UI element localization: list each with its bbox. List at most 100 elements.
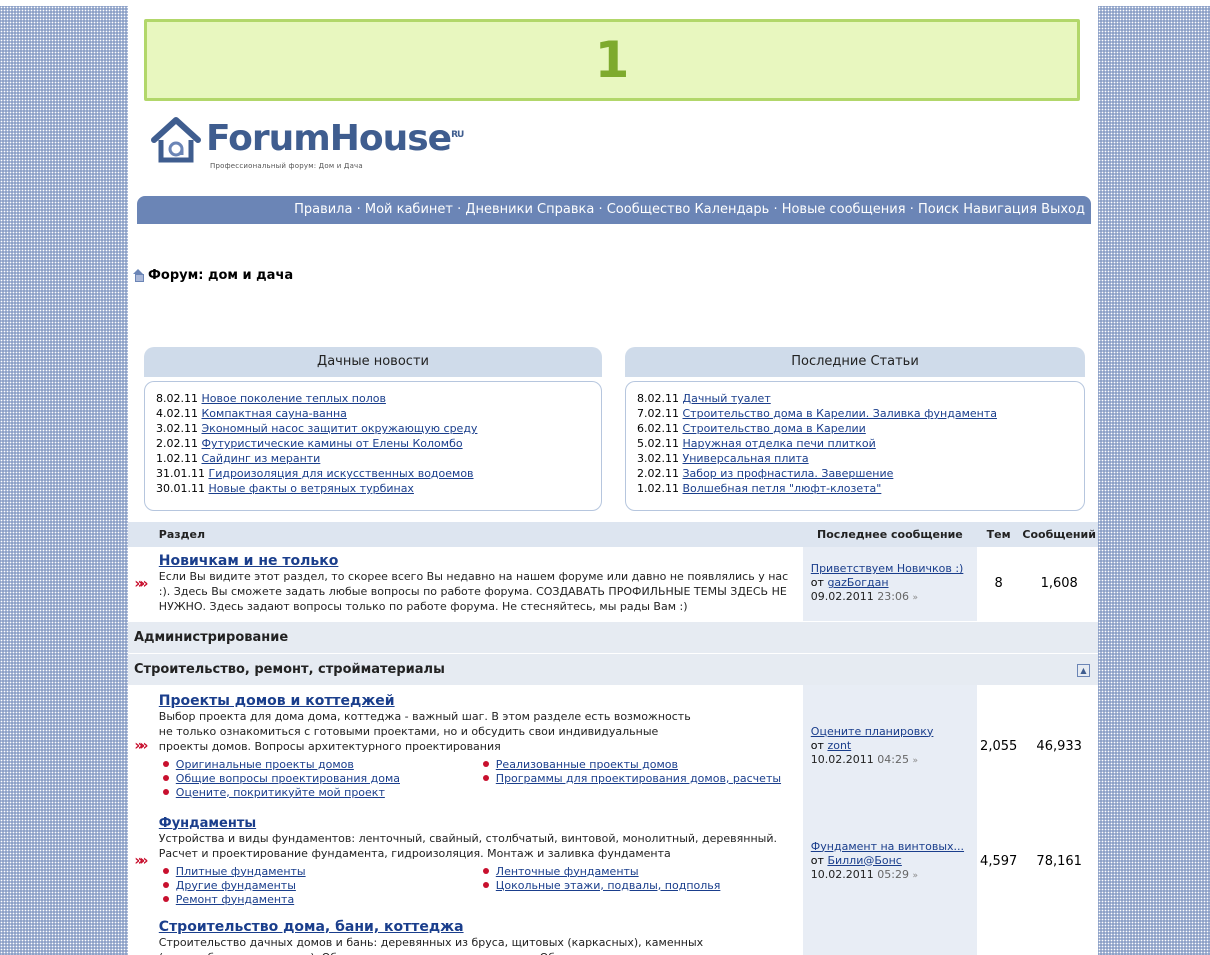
forum-title-link[interactable]: Проекты домов и коттеджей <box>159 693 799 709</box>
forum-status-icon: »» <box>134 575 148 592</box>
subforum-bullet-icon <box>162 867 169 874</box>
subforum-link[interactable]: Оригинальные проекты домов <box>176 758 354 771</box>
table-row: »» Проекты домов и коттеджей Выбор проек… <box>128 685 1098 807</box>
subforum-link[interactable]: Ленточные фундаменты <box>496 865 639 878</box>
news-link[interactable]: Сайдинг из меранти <box>202 452 321 465</box>
news-link[interactable]: Гидроизоляция для искусственных водоемов <box>208 467 473 480</box>
thread-count: 4,597 <box>976 807 1021 915</box>
forum-description: Выбор проекта для дома дома, коттеджа - … <box>158 709 691 753</box>
forum-description: Устройства и виды фундаментов: ленточный… <box>158 831 777 860</box>
logo-tagline: Профессиональный форум: Дом и Дача <box>210 162 363 170</box>
last-post-user[interactable]: gazБогдан <box>827 576 888 589</box>
subforum-bullet-icon <box>482 760 489 767</box>
last-post-cell: Фундамент на винтовых... от Билли@Бонс 1… <box>802 807 977 915</box>
list-item: 2.02.11 Забор из профнастила. Завершение <box>637 467 894 480</box>
last-post-user[interactable]: Билли@Бонс <box>827 854 901 867</box>
forum-title-link[interactable]: Строительство дома, бани, коттеджа <box>159 919 799 935</box>
forum-table: Раздел Последнее сообщение Тем Сообщений… <box>128 522 1098 955</box>
article-link[interactable]: Забор из профнастила. Завершение <box>683 467 894 480</box>
subforum-bullet-icon <box>162 881 169 888</box>
subforum-bullet-icon <box>162 760 169 767</box>
page-title: Форум: дом и дача <box>148 268 294 283</box>
category-title[interactable]: Строительство, ремонт, стройматериалы <box>128 652 1021 685</box>
subforum-link[interactable]: Программы для проектирования домов, расч… <box>496 772 781 785</box>
last-post-link[interactable]: Оцените планировку <box>811 725 977 739</box>
subforum-list: Плитные фундаменты Ленточные фундаменты … <box>159 865 799 907</box>
col-header-posts: Сообщений <box>1020 522 1098 547</box>
subforum-bullet-icon <box>162 895 169 902</box>
list-item: 30.01.11 Новые факты о ветряных турбинах <box>156 482 414 495</box>
news-box-header: Дачные новости <box>144 347 602 377</box>
list-item: 7.02.11 Строительство дома в Карелии. За… <box>637 407 997 420</box>
list-item: 2.02.11 Футуристические камины от Елены … <box>156 437 463 450</box>
article-link[interactable]: Волшебная петля "люфт-клозета" <box>683 482 882 495</box>
news-link[interactable]: Новые факты о ветряных турбинах <box>208 482 413 495</box>
subforum-bullet-icon <box>162 788 169 795</box>
list-item: 31.01.11 Гидроизоляция для искусственных… <box>156 467 474 480</box>
news-box: 8.02.11 Новое поколение теплых полов 4.0… <box>144 381 602 511</box>
logo-wordmark: ForumHouseRU <box>206 118 464 159</box>
list-item: 8.02.11 Новое поколение теплых полов <box>156 392 386 405</box>
table-row: »» Новичкам и не только Если Вы видите э… <box>128 547 1098 621</box>
subforum-bullet-icon <box>162 774 169 781</box>
subforum-link[interactable]: Цокольные этажи, подвалы, подполья <box>496 879 721 892</box>
news-link[interactable]: Компактная сауна-ванна <box>202 407 347 420</box>
category-title[interactable]: Администрирование <box>128 620 1098 653</box>
news-link[interactable]: Экономный насос защитит окружающую среду <box>202 422 478 435</box>
subforum-bullet-icon <box>482 881 489 888</box>
article-link[interactable]: Строительство дома в Карелии <box>683 422 866 435</box>
articles-box-header: Последние Статьи <box>625 347 1085 377</box>
last-post-link[interactable]: Фундамент на винтовых... <box>811 840 977 854</box>
subforum-link[interactable]: Реализованные проекты домов <box>496 758 678 771</box>
go-to-last-post-icon[interactable]: » <box>912 756 918 766</box>
page-container: 1 ForumHouseRU Профессиональный форум: Д… <box>128 6 1098 955</box>
list-item: 8.02.11 Дачный туалет <box>637 392 771 405</box>
ad-banner[interactable]: 1 <box>144 19 1080 101</box>
subforum-link[interactable]: Другие фундаменты <box>176 879 296 892</box>
article-link[interactable]: Строительство дома в Карелии. Заливка фу… <box>683 407 997 420</box>
article-link[interactable]: Дачный туалет <box>683 392 771 405</box>
post-count: 78,161 <box>1020 807 1098 915</box>
forum-title-link[interactable]: Фундаменты <box>159 816 799 831</box>
list-item: 3.02.11 Экономный насос защитит окружающ… <box>156 422 478 435</box>
forum-title-link[interactable]: Новичкам и не только <box>159 553 799 569</box>
last-post-cell: Оцените планировку от zont 10.02.2011 04… <box>802 685 977 807</box>
subforum-link[interactable]: Оцените, покритикуйте мой проект <box>176 786 385 799</box>
list-item: 6.02.11 Строительство дома в Карелии <box>637 422 866 435</box>
go-to-last-post-icon[interactable]: » <box>912 871 918 881</box>
last-post-user[interactable]: zont <box>827 739 851 752</box>
main-navbar[interactable]: Правила · Мой кабинет · Дневники Справка… <box>137 196 1091 224</box>
home-icon[interactable] <box>133 269 144 282</box>
subforum-link[interactable]: Общие вопросы проектирования дома <box>176 772 400 785</box>
last-post-link[interactable]: Приветствуем Новичков :) <box>811 562 977 576</box>
articles-box: 8.02.11 Дачный туалет 7.02.11 Строительс… <box>625 381 1085 511</box>
article-link[interactable]: Наружная отделка печи плиткой <box>683 437 876 450</box>
news-link[interactable]: Футуристические камины от Елены Коломбо <box>202 437 463 450</box>
navbar-links[interactable]: Правила · Мой кабинет · Дневники Справка… <box>294 202 1085 217</box>
site-logo[interactable]: ForumHouseRU Профессиональный форум: Дом… <box>150 114 464 176</box>
forum-status-icon: »» <box>134 853 148 869</box>
thread-count: 2,055 <box>976 685 1021 807</box>
forum-description: Строительство дачных домов и бань: дерев… <box>158 936 704 955</box>
col-header-last: Последнее сообщение <box>802 522 977 547</box>
last-post-cell <box>802 915 977 955</box>
subforum-bullet-icon <box>482 867 489 874</box>
list-item: 3.02.11 Универсальная плита <box>637 452 809 465</box>
subforum-link[interactable]: Ремонт фундамента <box>176 893 294 906</box>
news-link[interactable]: Новое поколение теплых полов <box>202 392 386 405</box>
subforum-link[interactable]: Плитные фундаменты <box>176 865 306 878</box>
table-row: »» Фундаменты Устройства и виды фундамен… <box>128 807 1098 915</box>
article-link[interactable]: Универсальная плита <box>683 452 809 465</box>
col-header-section: Раздел <box>150 522 803 547</box>
collapse-icon[interactable]: ▲ <box>1077 663 1090 677</box>
go-to-last-post-icon[interactable]: » <box>912 593 918 603</box>
post-count: 1,608 <box>1020 547 1098 621</box>
forum-status-icon: »» <box>134 738 148 754</box>
list-item: 5.02.11 Наружная отделка печи плиткой <box>637 437 876 450</box>
category-row-construction: Строительство, ремонт, стройматериалы ▲ <box>128 652 1098 685</box>
ad-banner-text: 1 <box>594 31 630 89</box>
news-box-title: Дачные новости <box>317 354 429 369</box>
last-post-cell: Приветствуем Новичков :) от gazБогдан 09… <box>802 547 977 621</box>
subforum-list: Оригинальные проекты домов Реализованные… <box>159 758 799 800</box>
table-row: Строительство дома, бани, коттеджа Строи… <box>128 915 1098 955</box>
